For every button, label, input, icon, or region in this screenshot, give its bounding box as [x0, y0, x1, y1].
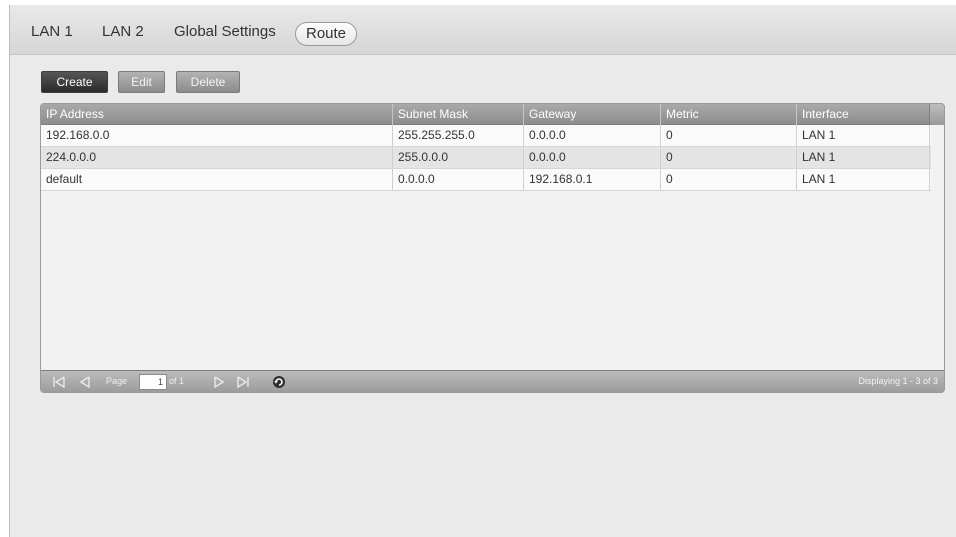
- pagination-toolbar: Page of 1 Displaying 1 - 3 of 3: [41, 370, 944, 392]
- tab-global-settings[interactable]: Global Settings: [174, 21, 276, 45]
- cell-gateway: 0.0.0.0: [524, 147, 661, 168]
- route-table: IP Address Subnet Mask Gateway Metric In…: [40, 103, 945, 393]
- tab-route[interactable]: Route: [295, 22, 358, 46]
- column-header-ip-address[interactable]: IP Address: [41, 104, 393, 125]
- first-page-icon[interactable]: [51, 374, 67, 390]
- cell-subnet-mask: 0.0.0.0: [393, 169, 524, 190]
- table-row[interactable]: 224.0.0.0 255.0.0.0 0.0.0.0 0 LAN 1: [41, 147, 931, 169]
- header-scroll-cap: [929, 104, 944, 125]
- edit-button[interactable]: Edit: [118, 71, 165, 93]
- column-header-interface[interactable]: Interface: [797, 104, 930, 125]
- route-settings-panel: LAN 1 LAN 2 Global Settings Route Create…: [9, 5, 956, 537]
- cell-ip-address: default: [41, 169, 393, 190]
- page-number-input[interactable]: [139, 374, 167, 390]
- page-label: Page: [106, 376, 128, 386]
- cell-gateway: 0.0.0.0: [524, 125, 661, 146]
- cell-metric: 0: [661, 125, 797, 146]
- cell-subnet-mask: 255.255.255.0: [393, 125, 524, 146]
- cell-metric: 0: [661, 169, 797, 190]
- column-header-gateway[interactable]: Gateway: [524, 104, 661, 125]
- next-page-icon[interactable]: [211, 374, 227, 390]
- last-page-icon[interactable]: [235, 374, 251, 390]
- cell-metric: 0: [661, 147, 797, 168]
- page-total-label: of 1: [169, 376, 185, 386]
- column-header-metric[interactable]: Metric: [661, 104, 797, 125]
- cell-ip-address: 192.168.0.0: [41, 125, 393, 146]
- column-header-subnet-mask[interactable]: Subnet Mask: [393, 104, 524, 125]
- cell-interface: LAN 1: [797, 125, 930, 146]
- cell-gateway: 192.168.0.1: [524, 169, 661, 190]
- tab-bar: LAN 1 LAN 2 Global Settings Route: [10, 5, 956, 55]
- create-button[interactable]: Create: [41, 71, 108, 93]
- table-row[interactable]: 192.168.0.0 255.255.255.0 0.0.0.0 0 LAN …: [41, 125, 931, 147]
- cell-subnet-mask: 255.0.0.0: [393, 147, 524, 168]
- table-row[interactable]: default 0.0.0.0 192.168.0.1 0 LAN 1: [41, 169, 931, 191]
- prev-page-icon[interactable]: [77, 374, 93, 390]
- table-header: IP Address Subnet Mask Gateway Metric In…: [41, 104, 944, 125]
- tab-lan1[interactable]: LAN 1: [31, 21, 73, 45]
- cell-interface: LAN 1: [797, 169, 930, 190]
- tab-lan2[interactable]: LAN 2: [102, 21, 144, 45]
- cell-ip-address: 224.0.0.0: [41, 147, 393, 168]
- cell-interface: LAN 1: [797, 147, 930, 168]
- table-body: 192.168.0.0 255.255.255.0 0.0.0.0 0 LAN …: [41, 125, 931, 191]
- delete-button[interactable]: Delete: [176, 71, 240, 93]
- refresh-icon[interactable]: [271, 374, 287, 390]
- display-count-text: Displaying 1 - 3 of 3: [858, 376, 938, 386]
